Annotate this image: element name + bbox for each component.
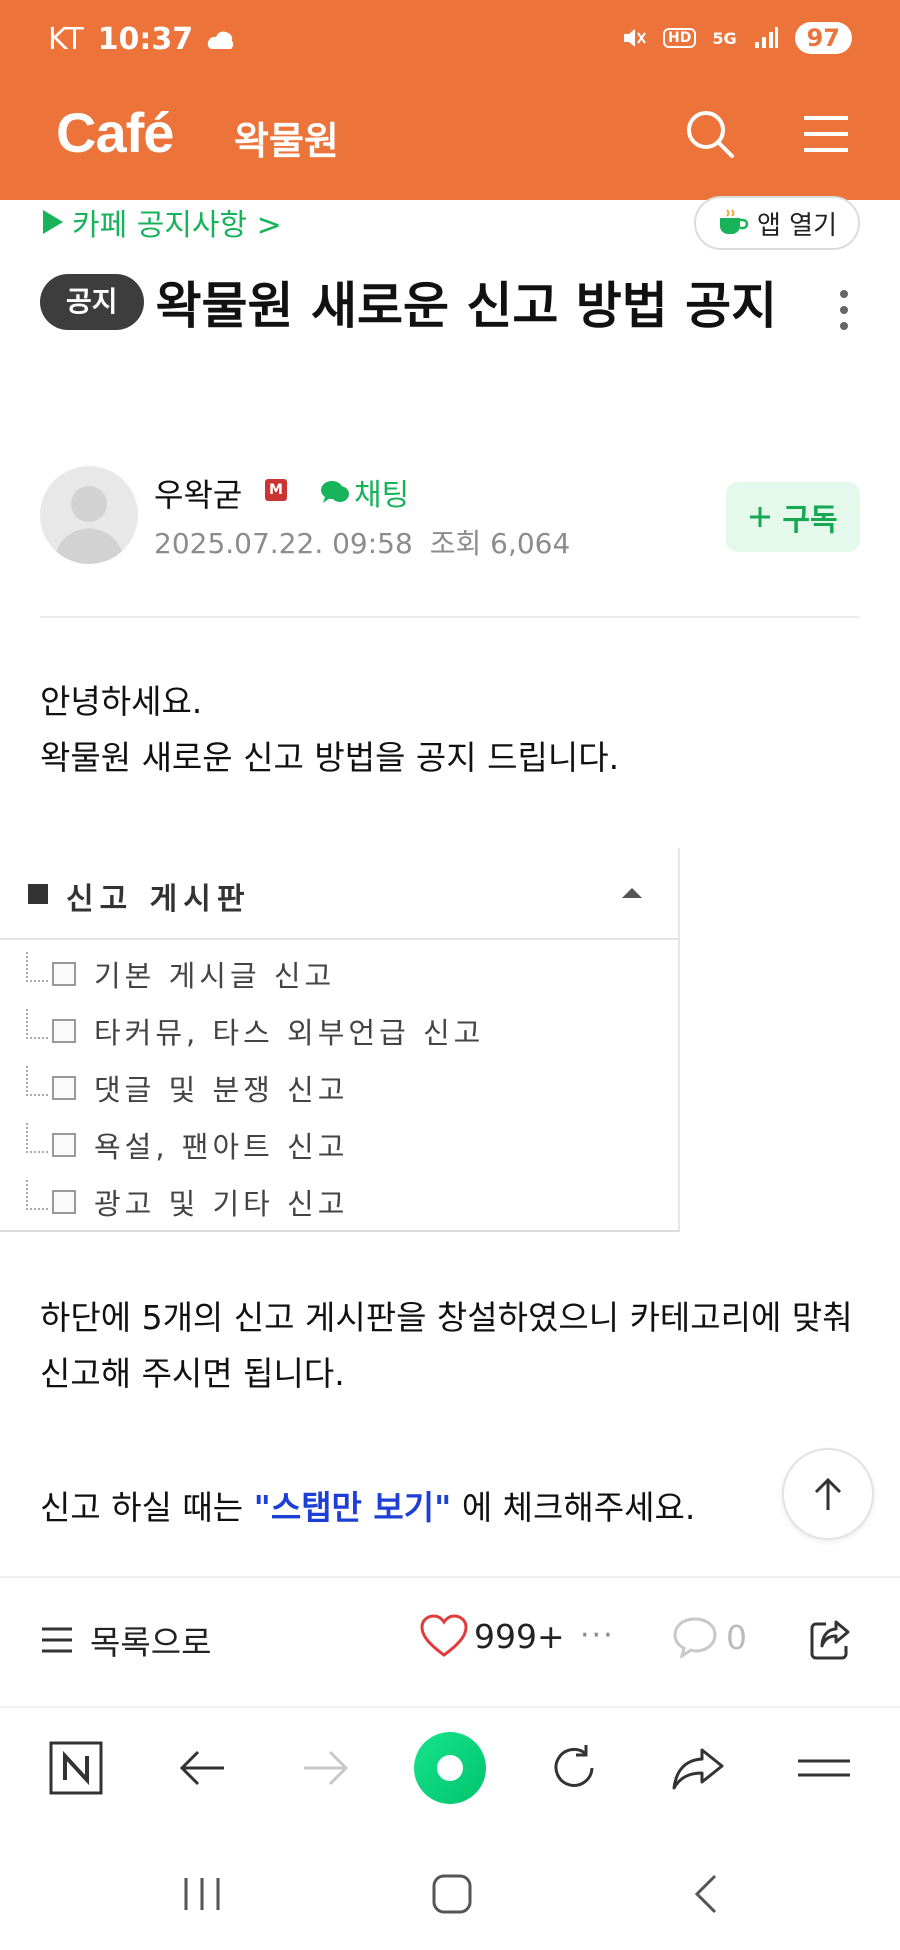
board-item: 댓글 및 분쟁 신고 (26, 1060, 666, 1116)
like-button[interactable]: 999+ (420, 1614, 565, 1658)
green-dot-icon (414, 1732, 486, 1804)
system-back-button[interactable] (676, 1864, 736, 1924)
signal-icon (754, 27, 778, 48)
refresh-icon (554, 1745, 594, 1787)
clock: 10:37 (97, 22, 194, 57)
subscribe-button[interactable]: 구독 (726, 482, 860, 552)
report-board-image: 신고 게시판 기본 게시글 신고 타커뮤, 타스 외부언급 신고 댓글 및 분쟁… (0, 848, 680, 1232)
heart-icon (420, 1614, 468, 1657)
plus-icon (750, 507, 771, 527)
browser-menu-button[interactable] (792, 1736, 856, 1800)
share-arrow-icon (672, 1748, 724, 1790)
like-count: 999+ (474, 1616, 565, 1656)
post-date: 2025.07.22. 09:58 (154, 527, 413, 560)
carrier: KT (48, 22, 84, 57)
default-avatar-icon (54, 486, 124, 564)
comment-icon (673, 1617, 717, 1658)
network-label: 5G (712, 28, 737, 48)
chat-icon (321, 481, 349, 503)
recent-apps-button[interactable] (172, 1864, 232, 1924)
board-item: 광고 및 기타 신고 (26, 1174, 666, 1230)
board-item: 타커뮤, 타스 외부언급 신고 (26, 1003, 666, 1059)
green-dot-button[interactable] (410, 1728, 490, 1808)
chat-button[interactable]: 채팅 (320, 470, 409, 514)
author-name[interactable]: 우왁굳 (154, 470, 242, 516)
cafe-logo[interactable]: Café (56, 100, 174, 165)
share-page-button[interactable] (666, 1736, 730, 1800)
comment-button[interactable]: 0 (672, 1616, 747, 1658)
more-horizontal-icon[interactable]: ··· (580, 1618, 615, 1653)
system-nav-bar (0, 1828, 900, 1950)
home-button[interactable] (422, 1864, 482, 1924)
checkbox (52, 1076, 76, 1100)
play-triangle-icon (43, 210, 63, 234)
search-icon (687, 111, 734, 158)
paragraph-staff-only: 신고 하실 때는 "스탭만 보기" 에 체크해주세요. (40, 1488, 696, 1527)
intro-paragraph: 안녕하세요. 왁물원 새로운 신고 방법을 공지 드립니다. (40, 682, 620, 777)
notice-badge: 공지 (40, 273, 144, 330)
list-label: 목록으로 (90, 1623, 212, 1662)
list-icon (42, 1627, 72, 1653)
home-icon (432, 1874, 472, 1914)
search-button[interactable] (680, 104, 740, 164)
checkbox (52, 1190, 76, 1214)
naver-n-icon (49, 1741, 103, 1795)
share-icon (810, 1620, 850, 1660)
chevron-left-icon (694, 1874, 717, 1914)
checkbox (52, 1019, 76, 1043)
cafe-notice-link[interactable]: 카페 공지사항 > (42, 200, 282, 244)
open-app-label: 앱 열기 (756, 210, 838, 241)
menu-button[interactable] (796, 104, 856, 164)
board-item: 기본 게시글 신고 (26, 946, 666, 1002)
cafe-notice-label: 카페 공지사항 > (72, 208, 282, 243)
board-header: 신고 게시판 (0, 848, 678, 940)
subscribe-label: 구독 (782, 503, 838, 538)
back-to-list-button[interactable]: 목록으로 (40, 1616, 211, 1664)
checkbox (52, 1133, 76, 1157)
post-action-bar: 목록으로 999+ ··· 0 (0, 1576, 900, 1706)
avatar[interactable] (40, 466, 138, 564)
open-app-button[interactable]: 앱 열기 (694, 196, 860, 250)
board-title: 신고 게시판 (66, 882, 251, 917)
caret-up-icon (622, 888, 642, 898)
cup-icon (719, 209, 749, 234)
post-meta: 2025.07.22. 09:58 조회 6,064 (154, 522, 570, 562)
back-button[interactable] (170, 1736, 234, 1800)
staff-only-highlight: "스탭만 보기" (253, 1488, 452, 1527)
board-item: 욕설, 팬아트 신고 (26, 1117, 666, 1173)
post-title-block: 공지 왁물원 새로운 신고 방법 공지 (40, 272, 810, 340)
naver-home-button[interactable] (44, 1736, 108, 1800)
forward-button[interactable] (294, 1736, 358, 1800)
arrow-up-icon (814, 1477, 842, 1510)
share-button[interactable] (806, 1616, 854, 1664)
chat-label: 채팅 (354, 478, 410, 513)
top-bar: KT 10:37 HD 5G 97 Café 왁물원 (0, 0, 900, 200)
app-bar: Café 왁물원 (0, 90, 900, 200)
member-badge: M (265, 479, 287, 501)
checkbox (52, 962, 76, 986)
browser-nav-bar (0, 1706, 900, 1828)
divider (40, 616, 860, 618)
battery-level: 97 (794, 22, 852, 54)
hamburger-icon (798, 1759, 850, 1777)
hd-icon: HD (662, 28, 697, 48)
back-arrow-icon (179, 1750, 224, 1786)
recent-apps-icon (184, 1878, 220, 1910)
scroll-top-button[interactable] (782, 1448, 874, 1540)
paragraph-board-info: 하단에 5개의 신고 게시판을 창설하였으니 카테고리에 맞춰 신고해 주시면 … (40, 1298, 853, 1393)
comment-count: 0 (726, 1617, 747, 1657)
menu-icon (804, 116, 848, 152)
more-vertical-icon[interactable] (836, 288, 852, 332)
forward-arrow-icon (304, 1750, 349, 1786)
post-title: 왁물원 새로운 신고 방법 공지 (155, 277, 778, 335)
cafe-name[interactable]: 왁물원 (234, 110, 339, 165)
view-count: 조회 6,064 (429, 527, 571, 560)
status-bar: KT 10:37 HD 5G 97 (0, 0, 900, 80)
mute-icon (623, 29, 646, 47)
cloud-icon (208, 31, 234, 49)
refresh-button[interactable] (542, 1736, 606, 1800)
